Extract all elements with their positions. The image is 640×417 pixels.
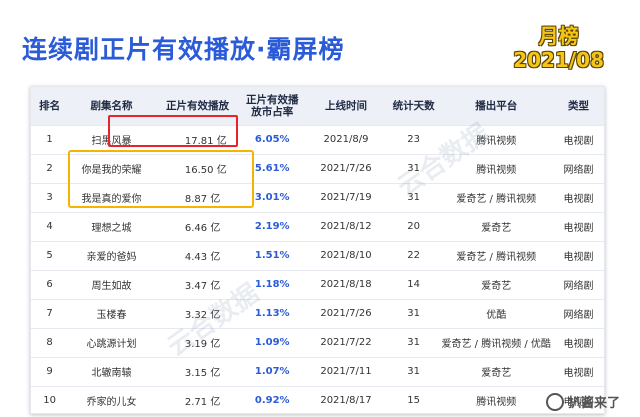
cell-title: 乔家的儿女 (86, 397, 137, 409)
table-row: 4 理想之城 6.46 亿 2.19% 2021/8/12 20 爱奇艺 电视剧 (31, 212, 604, 241)
cell-type: 电视剧 (563, 368, 594, 379)
cell-date: 2021/7/11 (320, 366, 372, 377)
cell-type: 电视剧 (563, 194, 594, 205)
table-row: 8 心跳源计划 3.19 亿 1.09% 2021/7/22 31 爱奇艺 / 腾讯视频 /… (31, 328, 604, 357)
cell-views: 3.19 亿 (184, 339, 221, 350)
cell-rank: 5 (46, 250, 53, 261)
badge-label: 月榜 (538, 24, 579, 48)
cell-days: 22 (407, 250, 420, 261)
cell-platform: 爱奇艺 / 腾讯视频 / 优酷 (441, 339, 551, 350)
cell-date: 2021/7/26 (320, 163, 372, 174)
page-title: 连续剧正片有效播放·霸屏榜 (22, 35, 345, 64)
cell-rank: 6 (46, 279, 53, 290)
cell-platform: 腾讯视频 (476, 136, 517, 147)
cell-platform: 优酷 (486, 310, 507, 321)
cell-title: 心跳源计划 (86, 339, 137, 350)
cell-title: 周生如故 (91, 281, 132, 292)
cell-rank: 9 (46, 366, 53, 377)
cell-rank: 1 (46, 134, 53, 145)
table-row: 7 玉楼春 3.32 亿 1.13% 2021/7/26 31 优酷 网络剧 (31, 299, 604, 328)
cell-type: 电视剧 (563, 339, 594, 350)
col-header-platform: 播出平台 (475, 99, 518, 112)
table-row: 6 周生如故 3.47 亿 1.18% 2021/8/18 14 爱奇艺 网络剧 (31, 270, 604, 299)
cell-views: 3.47 亿 (184, 281, 221, 292)
cell-days: 31 (407, 366, 420, 377)
col-header-rank: 排名 (39, 99, 61, 112)
cell-platform: 爱奇艺 (481, 281, 512, 292)
cell-title: 亲爱的爸妈 (86, 252, 137, 263)
cell-days: 31 (407, 337, 420, 348)
period-badge: 月榜 2021/08 (513, 24, 604, 72)
cell-title: 玉楼春 (96, 310, 127, 321)
cell-type: 网络剧 (563, 281, 594, 292)
cell-rank: 3 (46, 192, 53, 203)
cell-date: 2021/8/18 (320, 279, 372, 290)
cell-days: 20 (407, 221, 420, 232)
cell-share: 0.92% (254, 395, 290, 407)
cell-date: 2021/7/19 (320, 192, 372, 203)
cell-rank: 4 (46, 221, 53, 232)
cell-share: 1.51% (254, 250, 290, 261)
cell-days: 31 (407, 192, 420, 203)
cell-views: 3.32 亿 (184, 310, 221, 321)
cell-views: 6.46 亿 (184, 223, 221, 234)
col-header-type: 类型 (567, 99, 589, 112)
cell-date: 2021/8/10 (320, 250, 372, 261)
cell-rank: 7 (46, 308, 53, 319)
cell-platform: 爱奇艺 / 腾讯视频 (456, 194, 537, 205)
cell-share: 1.07% (254, 366, 290, 377)
highlight-box-yellow (68, 150, 254, 208)
highlight-box-red (108, 115, 238, 147)
cell-date: 2021/8/9 (323, 134, 369, 145)
table-row: 10 乔家的儿女 2.71 亿 0.92% 2021/8/17 15 腾讯视频 电视剧 (31, 386, 604, 415)
cell-type: 电视剧 (563, 252, 594, 263)
cell-platform: 腾讯视频 (476, 165, 517, 176)
cell-platform: 腾讯视频 (476, 397, 517, 409)
cell-date: 2021/7/26 (320, 308, 372, 319)
col-header-share: 正片有效播放市占率 (245, 93, 299, 118)
cell-date: 2021/8/17 (320, 395, 372, 407)
cell-days: 14 (407, 279, 420, 290)
cell-share: 1.18% (254, 279, 290, 290)
cell-share: 2.19% (254, 221, 290, 232)
table-row: 5 亲爱的爸妈 4.43 亿 1.51% 2021/8/10 22 爱奇艺 / 腾讯视频 电视… (31, 241, 604, 270)
cell-title: 北辙南辕 (91, 368, 132, 379)
cell-platform: 爱奇艺 (481, 368, 512, 379)
cell-days: 23 (407, 134, 420, 145)
cell-platform: 爱奇艺 (481, 223, 512, 234)
cell-days: 31 (407, 163, 420, 174)
cell-title: 理想之城 (91, 223, 132, 234)
cell-date: 2021/8/12 (320, 221, 372, 232)
badge-date: 2021/08 (513, 48, 604, 72)
cell-rank: 2 (46, 163, 53, 174)
account-logo-text: 扒酱来了 (567, 396, 620, 411)
cell-type: 电视剧 (563, 223, 594, 234)
cell-platform: 爱奇艺 / 腾讯视频 (456, 252, 537, 263)
cell-type: 电视剧 (563, 136, 594, 147)
cell-share: 1.13% (254, 308, 290, 319)
cell-views: 3.15 亿 (184, 368, 221, 379)
cell-rank: 8 (46, 337, 53, 348)
cell-type: 网络剧 (563, 310, 594, 321)
cell-days: 15 (407, 395, 420, 407)
cell-date: 2021/7/22 (320, 337, 372, 348)
cell-share: 1.09% (254, 337, 290, 348)
cell-views: 4.43 亿 (184, 252, 221, 263)
account-logo: 扒酱来了 (545, 392, 620, 411)
account-logo-icon (545, 392, 564, 411)
table-row: 9 北辙南辕 3.15 亿 1.07% 2021/7/11 31 爱奇艺 电视剧 (31, 357, 604, 386)
col-header-days: 统计天数 (392, 99, 435, 112)
cell-days: 31 (407, 308, 420, 319)
cell-type: 网络剧 (563, 165, 594, 176)
col-header-date: 上线时间 (324, 99, 367, 112)
cell-rank: 10 (43, 395, 56, 407)
cell-views: 2.71 亿 (184, 397, 221, 409)
